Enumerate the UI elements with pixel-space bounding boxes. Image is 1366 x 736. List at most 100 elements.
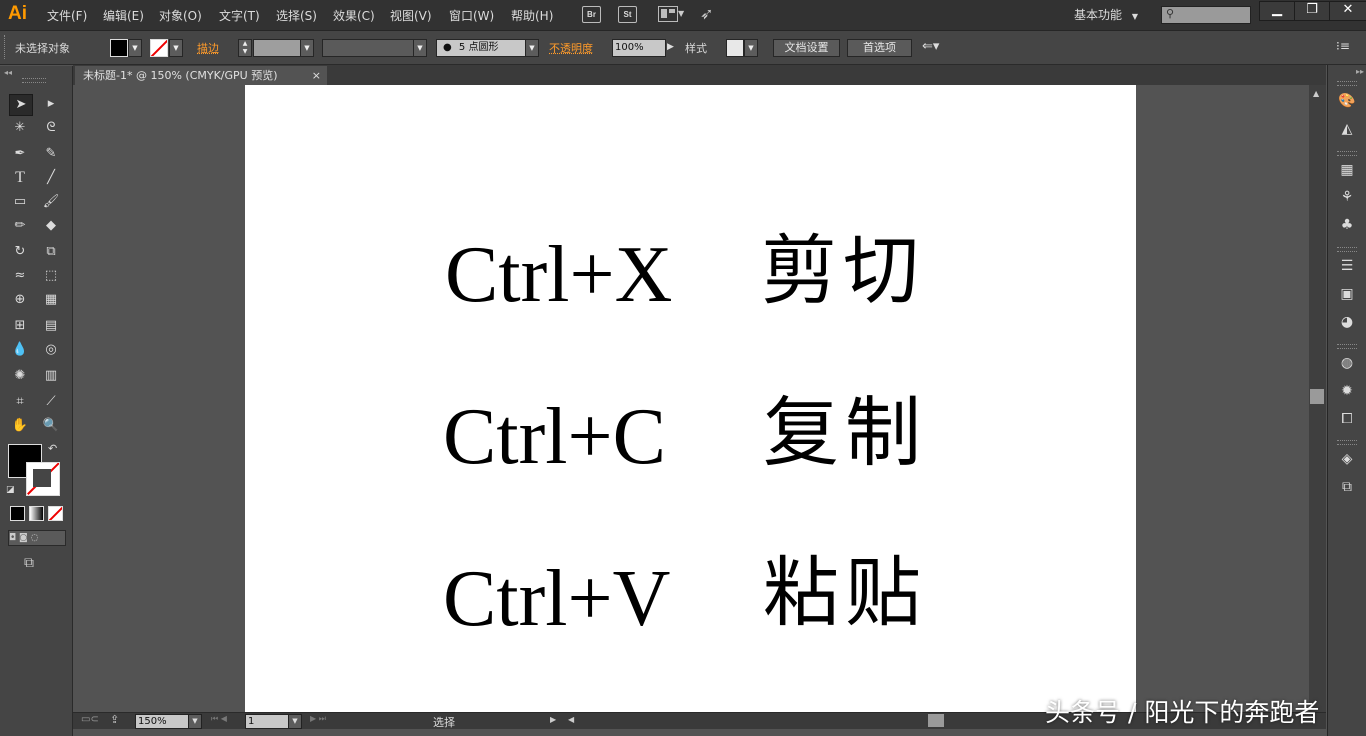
panel-grip[interactable] [1337,247,1357,252]
scroll-left-icon[interactable]: ◀ [568,715,574,724]
type-tool-icon[interactable]: T [9,168,31,188]
symbols-panel-icon[interactable]: ♣ [1337,216,1357,234]
menu-object[interactable]: 对象(O) [159,7,202,24]
stroke-weight-stepper[interactable]: ▲ ▼ [238,39,252,57]
variable-width-profile[interactable] [322,39,414,57]
panel-grip[interactable] [22,78,46,83]
paintbrush-tool-icon[interactable]: 🖌 [40,192,62,212]
swatches-panel-icon[interactable]: ▦ [1337,161,1357,179]
vertical-scroll-thumb[interactable] [1310,389,1324,404]
chevron-down-icon[interactable]: ▼ [169,39,183,57]
panel-grip[interactable] [4,35,7,59]
rectangle-tool-icon[interactable]: ▭ [9,192,31,212]
scroll-up-icon[interactable]: ▲ [1313,89,1319,98]
gradient-panel-icon[interactable]: ▣ [1337,285,1357,303]
screen-mode-icon[interactable]: ⧉ [24,555,34,571]
blend-tool-icon[interactable]: ◎ [40,340,62,360]
tool-status[interactable]: 选择 [433,714,455,730]
close-tab-icon[interactable]: × [312,66,321,85]
zoom-field[interactable]: 150% [135,714,189,729]
artboards-panel-icon[interactable]: ⧉ [1337,478,1357,496]
chevron-down-icon[interactable]: ▼ [288,714,302,729]
action-text-cut[interactable]: 剪切 [761,231,925,311]
panel-grip[interactable] [1337,151,1357,156]
chevron-down-icon[interactable]: ▼ [300,39,314,57]
horizontal-scroll-thumb[interactable] [928,714,944,727]
stock-icon[interactable]: St [618,6,637,23]
chevron-down-icon[interactable]: ▼ [744,39,758,57]
artboard-number-field[interactable]: 1 [245,714,289,729]
selection-tool-icon[interactable]: ➤ [9,94,33,116]
bridge-icon[interactable]: Br [582,6,601,23]
menu-view[interactable]: 视图(V) [390,7,432,24]
direct-selection-tool-icon[interactable]: ▸ [40,94,62,114]
zoom-tool-icon[interactable]: 🔍 [40,416,62,436]
expand-panels-icon[interactable]: ▸▸ [1356,67,1364,76]
graphic-styles-panel-icon[interactable]: ✹ [1337,382,1357,400]
chevron-down-icon[interactable]: ▼ [678,9,684,18]
menu-type[interactable]: 文字(T) [219,7,260,24]
shortcut-text-cut[interactable]: Ctrl+X [445,235,672,315]
color-mode-icon[interactable] [10,506,25,521]
chevron-down-icon[interactable]: ▼ [413,39,427,57]
document-setup-button[interactable]: 文档设置 [773,39,840,57]
lasso-tool-icon[interactable]: ᘓ [40,118,62,138]
shortcut-text-copy[interactable]: Ctrl+C [443,397,666,477]
appearance-panel-icon[interactable]: ◍ [1337,354,1357,372]
eyedropper-tool-icon[interactable]: 💧 [9,340,31,360]
default-colors-icon[interactable]: ◪ [6,485,15,495]
menu-edit[interactable]: 编辑(E) [103,7,144,24]
chevron-right-icon[interactable]: ▶ [550,715,556,724]
workspace-switcher[interactable]: 基本功能 ▼ [1074,6,1138,23]
color-guide-icon[interactable]: ◭ [1337,120,1357,138]
stroke-color-swatch[interactable] [150,39,168,57]
gradient-tool-icon[interactable]: ▤ [40,316,62,336]
rotate-tool-icon[interactable]: ↻ [9,242,31,262]
stroke-weight-field[interactable] [253,39,301,57]
perspective-grid-tool-icon[interactable]: ▦ [40,290,62,310]
chevron-right-icon[interactable]: ▶ [667,42,674,52]
chevron-down-icon[interactable]: ▼ [188,714,202,729]
menu-effect[interactable]: 效果(C) [333,7,375,24]
stroke-panel-icon[interactable]: ☰ [1337,257,1357,275]
panel-menu-icon[interactable]: ⁝≡ [1336,39,1350,53]
line-tool-icon[interactable]: ╱ [40,168,62,188]
export-assets-icon[interactable]: ⧠ [1337,410,1357,428]
pen-tool-icon[interactable]: ✒ [9,144,31,164]
action-text-copy[interactable]: 复制 [763,393,927,473]
panel-grip[interactable] [1337,81,1357,86]
chevron-down-icon[interactable]: ▼ [128,39,142,57]
opacity-field[interactable]: 100% [612,39,666,57]
hand-tool-icon[interactable]: ✋ [9,416,31,436]
artboard-tool-icon[interactable]: ⌗ [9,392,31,412]
menu-window[interactable]: 窗口(W) [449,7,494,24]
brushes-panel-icon[interactable]: ⚘ [1337,188,1357,206]
stroke-label[interactable]: 描边 [197,40,219,56]
artboard[interactable]: Ctrl+X 剪切 Ctrl+C 复制 Ctrl+V 粘贴 [245,85,1136,712]
graphic-style-swatch[interactable] [726,39,744,57]
transparency-panel-icon[interactable]: ◕ [1337,313,1357,331]
menu-select[interactable]: 选择(S) [276,7,317,24]
shape-builder-tool-icon[interactable]: ⊕ [9,290,31,310]
curvature-tool-icon[interactable]: ✎ [40,144,62,164]
menu-help[interactable]: 帮助(H) [511,7,553,24]
menu-file[interactable]: 文件(F) [47,7,87,24]
close-button[interactable]: ✕ [1329,1,1366,21]
brush-definition[interactable]: ● 5 点圆形 [436,39,526,57]
none-mode-icon[interactable] [48,506,63,521]
collapse-icon[interactable]: ◂◂ [4,68,12,77]
last-artboard-icon[interactable]: ▶ ⏭ [310,714,326,724]
document-tab[interactable]: 未标题-1* @ 150% (CMYK/GPU 预览) × [75,66,327,85]
preferences-button[interactable]: 首选项 [847,39,912,57]
share-icon[interactable]: ⇪ [110,713,119,726]
stroke-swatch[interactable] [26,462,60,496]
opacity-label[interactable]: 不透明度 [549,40,593,56]
symbol-sprayer-tool-icon[interactable]: ✺ [9,366,31,386]
layers-panel-icon[interactable]: ◈ [1337,450,1357,468]
shortcut-text-paste[interactable]: Ctrl+V [443,559,670,639]
slice-tool-icon[interactable]: ⟋ [40,392,62,412]
eraser-tool-icon[interactable]: ◆ [40,216,62,236]
cc-library-icon[interactable]: ▭⊂ [81,714,99,725]
restore-button[interactable]: ❐ [1294,1,1330,21]
free-transform-tool-icon[interactable]: ⬚ [40,266,62,286]
